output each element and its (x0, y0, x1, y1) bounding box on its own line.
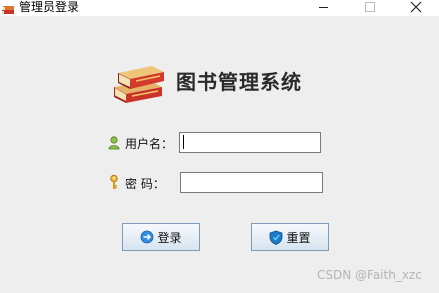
password-label: 密 码： (125, 177, 165, 191)
close-icon[interactable] (396, 0, 436, 16)
books-icon (1, 1, 15, 14)
user-icon (108, 135, 120, 151)
app-title: 图书管理系统 (176, 70, 302, 94)
window-title: 管理员登录 (19, 0, 80, 14)
window-titlebar[interactable]: 管理员登录 (0, 0, 439, 16)
key-icon (109, 174, 121, 190)
password-input[interactable] (180, 172, 323, 193)
username-label: 用户名： (125, 137, 174, 151)
login-arrow-icon (141, 230, 154, 244)
reset-button[interactable]: 重置 (251, 223, 329, 251)
username-input[interactable] (179, 132, 321, 153)
text-caret (183, 135, 184, 149)
shield-icon (270, 230, 283, 245)
reset-button-label: 重置 (286, 230, 311, 245)
maximize-icon[interactable] (349, 0, 389, 16)
watermark: CSDN @Faith_xzc (317, 268, 422, 282)
login-button-label: 登录 (157, 230, 182, 245)
books-stack-icon (110, 57, 166, 105)
minimize-icon[interactable] (302, 0, 342, 16)
login-button[interactable]: 登录 (122, 223, 200, 251)
